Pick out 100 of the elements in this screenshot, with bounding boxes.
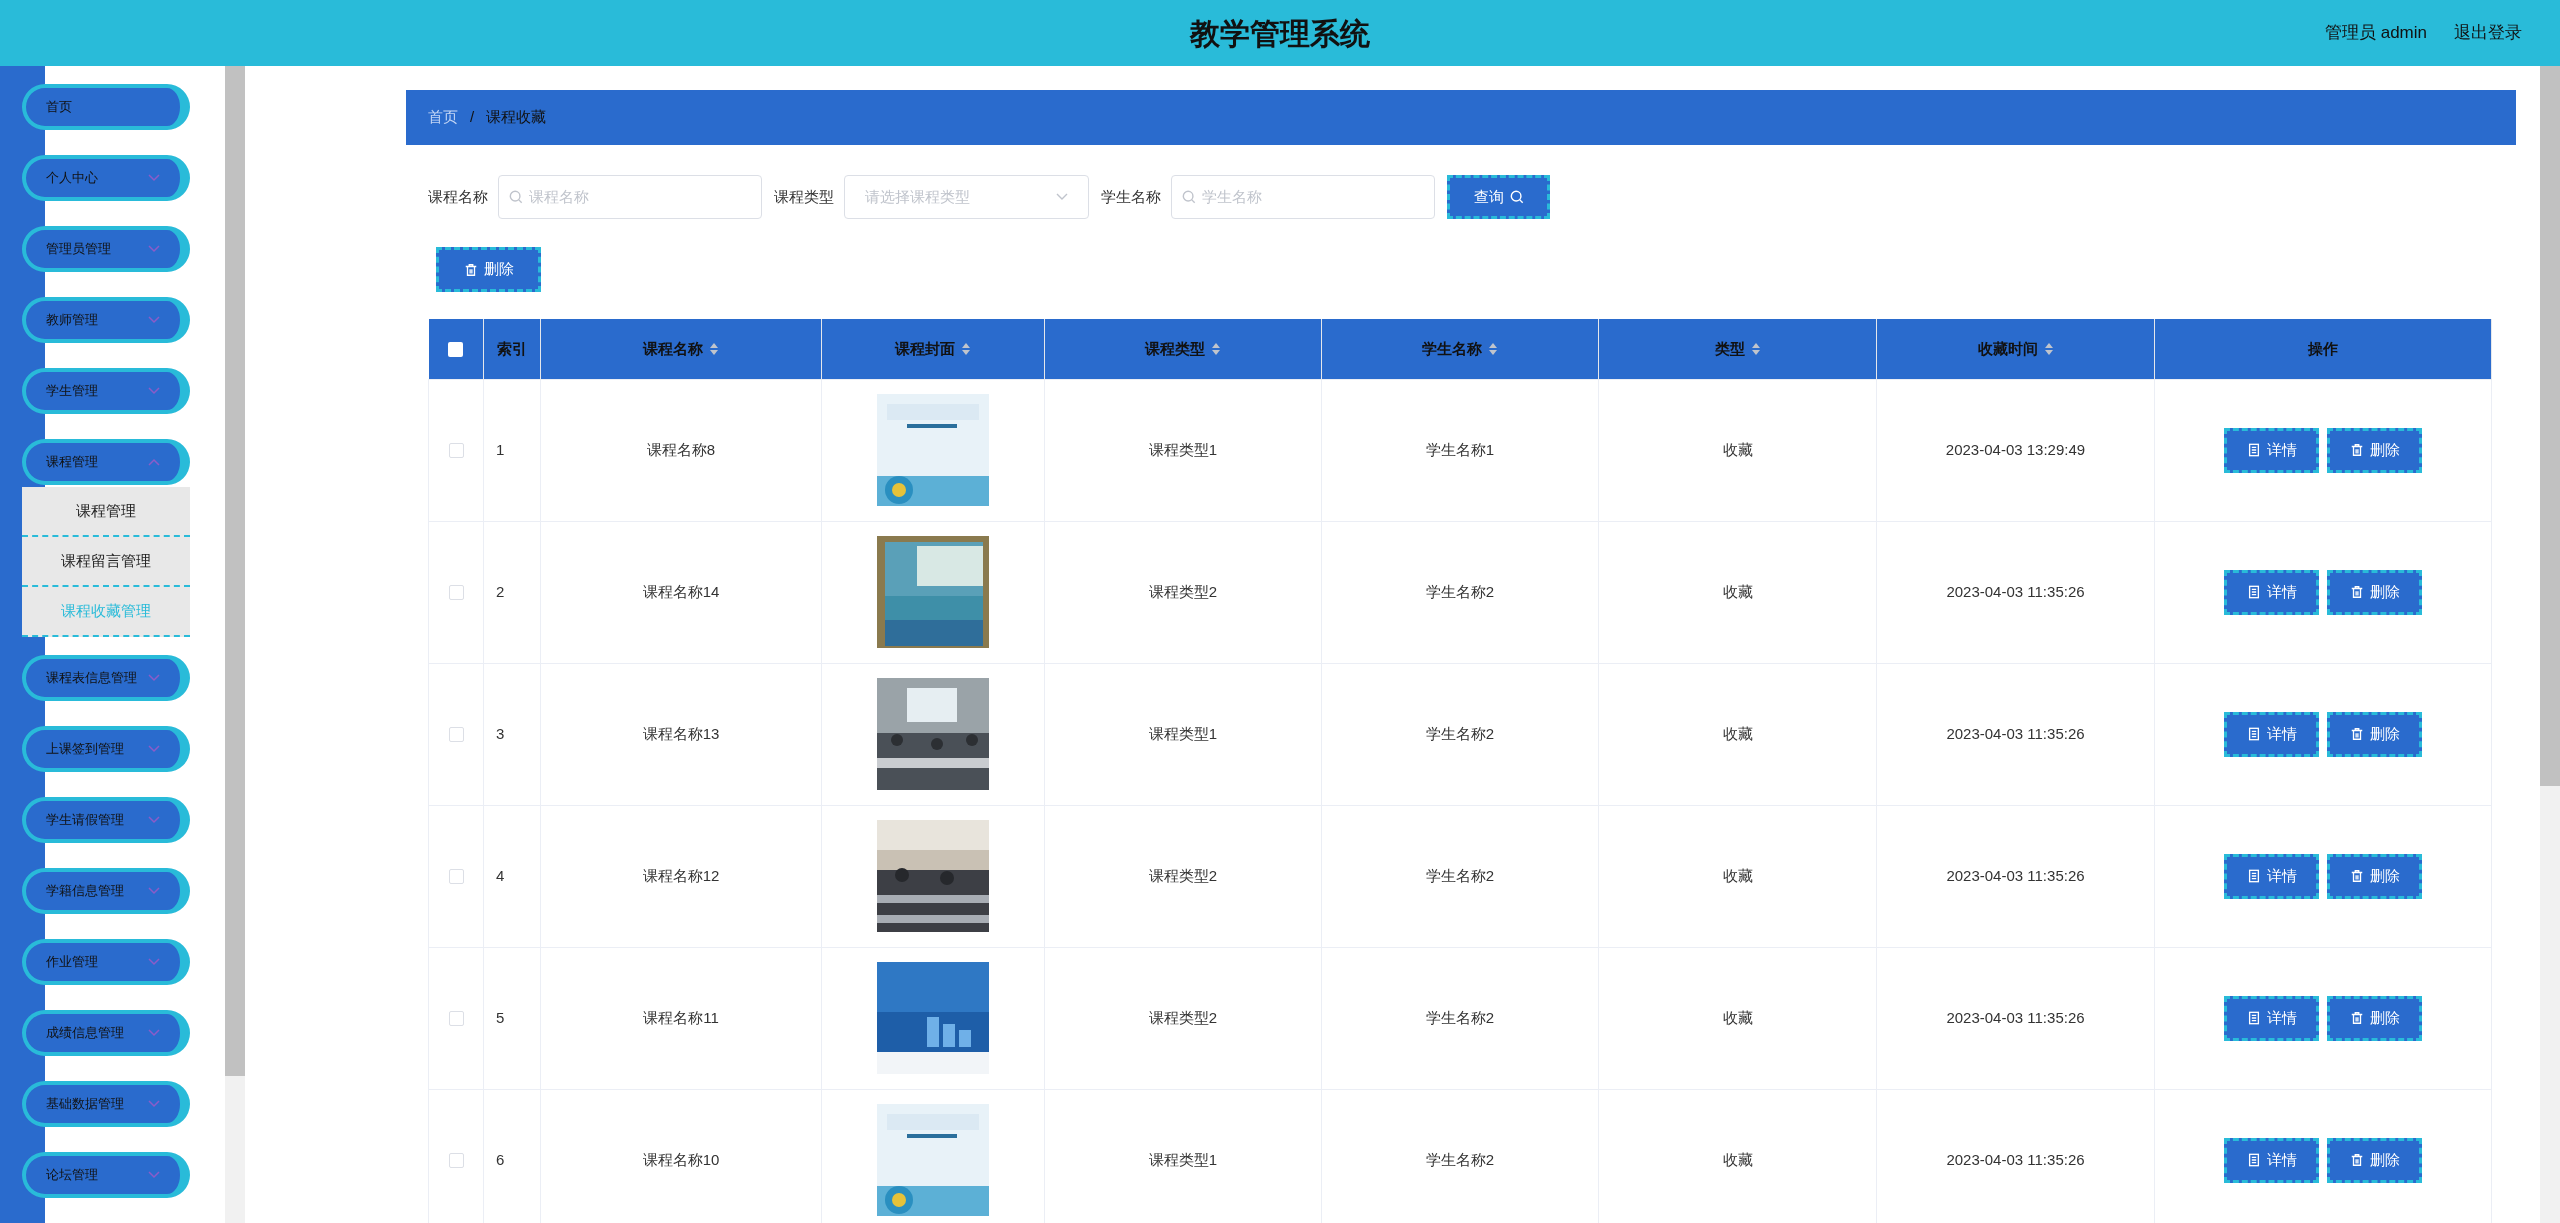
sidebar-item[interactable]: 学生管理 bbox=[22, 368, 190, 414]
sort-icon[interactable] bbox=[2043, 341, 2054, 356]
delete-button[interactable]: 删除 bbox=[2327, 711, 2422, 757]
sort-icon[interactable] bbox=[1488, 341, 1498, 356]
chevron-icon bbox=[148, 1029, 160, 1037]
column-header[interactable]: 学生名称 bbox=[1321, 319, 1599, 379]
delete-button[interactable]: 删除 bbox=[2327, 569, 2422, 615]
row-checkbox[interactable] bbox=[448, 727, 464, 743]
chevron-icon bbox=[148, 674, 160, 682]
sort-icon[interactable] bbox=[1211, 341, 1221, 356]
search-icon bbox=[509, 190, 523, 204]
sidebar-item[interactable]: 学生请假管理 bbox=[22, 797, 190, 843]
details-button[interactable]: 详情 bbox=[2224, 995, 2319, 1041]
chevron-icon bbox=[148, 887, 160, 895]
user-label: 管理员 admin bbox=[2324, 22, 2427, 45]
column-header: 索引 bbox=[483, 319, 541, 379]
logout-link[interactable]: 退出登录 bbox=[2454, 20, 2522, 46]
trash-icon bbox=[2349, 727, 2364, 741]
sidebar-item[interactable]: 课程表信息管理 bbox=[22, 655, 190, 701]
submenu-item[interactable]: 课程收藏管理 bbox=[22, 587, 190, 637]
sidebar-item[interactable]: 基础数据管理 bbox=[22, 1081, 190, 1127]
table-cell: 课程类型2 bbox=[1044, 947, 1322, 1089]
chevron-icon bbox=[148, 816, 160, 824]
sidebar-item[interactable]: 作业管理 bbox=[22, 939, 190, 985]
column-header[interactable]: 课程名称 bbox=[540, 319, 822, 379]
app-title: 教学管理系统 bbox=[1190, 15, 1370, 52]
table-cell: 收藏 bbox=[1598, 521, 1877, 663]
table-cell: 4 bbox=[483, 805, 541, 947]
table-cell: 课程名称11 bbox=[540, 947, 822, 1089]
sort-icon[interactable] bbox=[1750, 341, 1761, 356]
sidebar-item[interactable]: 个人中心 bbox=[22, 155, 190, 201]
breadcrumb-separator: / bbox=[469, 107, 476, 128]
trash-icon bbox=[463, 262, 478, 277]
table-cell: 1 bbox=[483, 379, 541, 521]
table-cell: 2 bbox=[483, 521, 541, 663]
chevron-icon bbox=[148, 458, 160, 466]
sort-icon[interactable] bbox=[961, 341, 971, 356]
row-checkbox[interactable] bbox=[448, 1011, 464, 1027]
chevron-icon bbox=[148, 245, 160, 253]
table-cell: 收藏 bbox=[1598, 379, 1877, 521]
table-cell: 课程名称8 bbox=[540, 379, 822, 521]
table-cell: 课程类型1 bbox=[1044, 379, 1322, 521]
sidebar-item[interactable]: 上课签到管理 bbox=[22, 726, 190, 772]
sidebar-item[interactable]: 成绩信息管理 bbox=[22, 1010, 190, 1056]
details-button[interactable]: 详情 bbox=[2224, 711, 2319, 757]
select-all-checkbox[interactable] bbox=[448, 342, 464, 358]
details-button[interactable]: 详情 bbox=[2224, 427, 2319, 473]
column-header[interactable]: 课程类型 bbox=[1044, 319, 1322, 379]
delete-button[interactable]: 删除 bbox=[2327, 853, 2422, 899]
table-cell: 收藏 bbox=[1598, 805, 1877, 947]
chevron-icon bbox=[148, 316, 160, 324]
search-button[interactable]: 查询 bbox=[1447, 175, 1550, 219]
table-cell: 课程类型1 bbox=[1044, 663, 1322, 805]
details-button[interactable]: 详情 bbox=[2224, 569, 2319, 615]
page-scrollbar[interactable] bbox=[2540, 66, 2560, 1223]
sidebar-item[interactable]: 课程管理 bbox=[22, 439, 190, 485]
chevron-icon bbox=[148, 387, 160, 395]
sidebar-item[interactable]: 学籍信息管理 bbox=[22, 868, 190, 914]
column-header[interactable]: 课程封面 bbox=[821, 319, 1045, 379]
row-checkbox[interactable] bbox=[448, 869, 464, 885]
delete-button[interactable]: 删除 bbox=[2327, 995, 2422, 1041]
submenu-item[interactable]: 课程管理 bbox=[22, 487, 190, 537]
sidebar-item[interactable]: 教师管理 bbox=[22, 297, 190, 343]
filter-label: 课程类型 bbox=[774, 186, 834, 207]
details-button[interactable]: 详情 bbox=[2224, 1137, 2319, 1183]
table-cell: 学生名称2 bbox=[1321, 663, 1599, 805]
submenu-item[interactable]: 课程留言管理 bbox=[22, 537, 190, 587]
document-icon bbox=[2246, 585, 2261, 599]
sidebar-item[interactable]: 管理员管理 bbox=[22, 226, 190, 272]
chevron-icon bbox=[148, 1171, 160, 1179]
table-cell: 课程类型2 bbox=[1044, 521, 1322, 663]
row-checkbox[interactable] bbox=[448, 585, 464, 601]
search-icon bbox=[1509, 190, 1524, 204]
sidebar-scrollbar[interactable] bbox=[225, 66, 245, 1223]
sort-icon[interactable] bbox=[709, 341, 719, 356]
table-cell: 3 bbox=[483, 663, 541, 805]
delete-button[interactable]: 删除 bbox=[436, 247, 541, 292]
table-cell: 5 bbox=[483, 947, 541, 1089]
column-header[interactable]: 收藏时间 bbox=[1876, 319, 2155, 379]
table-cell: 学生名称2 bbox=[1321, 947, 1599, 1089]
document-icon bbox=[2246, 443, 2261, 457]
table-cell: 课程名称14 bbox=[540, 521, 822, 663]
trash-icon bbox=[2349, 443, 2364, 457]
row-checkbox[interactable] bbox=[448, 443, 464, 459]
sidebar-item[interactable]: 论坛管理 bbox=[22, 1152, 190, 1198]
table-cell: 学生名称2 bbox=[1321, 805, 1599, 947]
trash-icon bbox=[2349, 585, 2364, 599]
details-button[interactable]: 详情 bbox=[2224, 853, 2319, 899]
table-cell: 2023-04-03 11:35:26 bbox=[1876, 521, 2155, 663]
breadcrumb-link[interactable]: 首页 bbox=[428, 106, 458, 129]
table-cell: 课程名称13 bbox=[540, 663, 822, 805]
delete-button[interactable]: 删除 bbox=[2327, 427, 2422, 473]
table-cell: 课程名称12 bbox=[540, 805, 822, 947]
row-checkbox[interactable] bbox=[448, 1153, 464, 1169]
sidebar-item[interactable]: 首页 bbox=[22, 84, 190, 130]
delete-button[interactable]: 删除 bbox=[2327, 1137, 2422, 1183]
document-icon bbox=[2246, 1153, 2261, 1167]
column-header[interactable]: 类型 bbox=[1598, 319, 1877, 379]
table-cell: 课程类型2 bbox=[1044, 805, 1322, 947]
table-cell: 2023-04-03 11:35:26 bbox=[1876, 663, 2155, 805]
